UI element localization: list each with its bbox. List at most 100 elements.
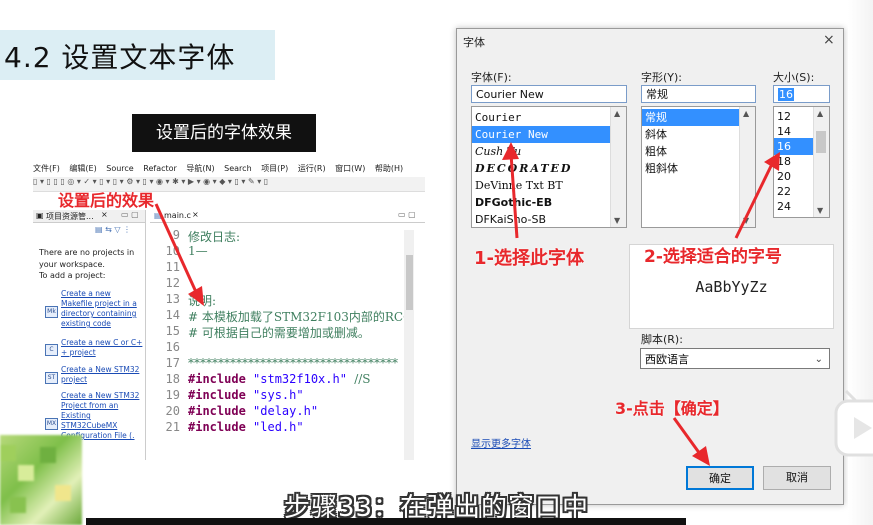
link-c-project[interactable]: Create a new C or C+ + project	[61, 338, 145, 358]
c-project-icon: C	[45, 344, 58, 356]
font-label: 字体(F):	[471, 71, 512, 84]
font-list-scrollbar[interactable]: ▲ ▼	[610, 107, 626, 227]
annotation-arrow-effect	[154, 203, 204, 306]
project-explorer: ▣ 项目资源管... ⨯ ▭ ▢ ▤ ⇆ ▽ ⋮ There are no pr…	[33, 210, 146, 460]
stm32-project-icon: ST	[45, 372, 58, 384]
no-projects-line-3: To add a project:	[39, 271, 106, 280]
link-makefile-project[interactable]: Create a new Makefile project in a direc…	[61, 289, 145, 329]
line-number: 18	[165, 372, 180, 386]
link-text: Create a new C or C+	[61, 338, 143, 347]
style-option[interactable]: 斜体	[642, 126, 741, 143]
cubemx-project-icon: MX	[45, 418, 58, 430]
show-more-fonts-link[interactable]: 显示更多字体	[471, 435, 531, 450]
annotation-arrow-step2	[734, 152, 780, 239]
font-option[interactable]: DFGothic-EB	[472, 194, 612, 211]
no-projects-line-1: There are no projects in	[39, 248, 135, 257]
line-number: 14	[165, 308, 180, 322]
scroll-up-icon[interactable]: ▲	[743, 109, 749, 118]
menu-edit[interactable]: 编辑(E)	[69, 164, 96, 173]
ide-menu-bar: 文件(F) 编辑(E) Source Refactor 导航(N) Search…	[33, 163, 425, 175]
close-icon[interactable]: ⨯	[101, 210, 108, 219]
menu-run[interactable]: 运行(R)	[298, 164, 326, 173]
script-select[interactable]: 西欧语言 ⌄	[640, 348, 830, 369]
menu-help[interactable]: 帮助(H)	[375, 164, 403, 173]
style-label: 字形(Y):	[641, 71, 683, 84]
font-option[interactable]: Courier	[472, 109, 612, 126]
link-text: Project from an	[61, 401, 119, 410]
script-select-value: 西欧语言	[645, 353, 689, 366]
menu-navigate[interactable]: 导航(N)	[186, 164, 214, 173]
code-line: # 本模板加载了STM32F103内部的RCC	[188, 310, 413, 324]
font-option[interactable]: DeVinne Txt BT	[472, 177, 612, 194]
font-list[interactable]: Courier Courier New Cush Tu DECORATED De…	[471, 106, 627, 228]
annotation-step1: 1-选择此字体	[474, 248, 584, 269]
annotation-step2: 2-选择适合的字号	[644, 247, 782, 267]
caption-box: 设置后的字体效果	[132, 114, 316, 152]
annotation-effect: 设置后的效果	[58, 191, 155, 210]
font-name-input[interactable]: Courier New	[471, 85, 627, 103]
editor-scrollbar-thumb[interactable]	[406, 255, 413, 310]
font-option-selected[interactable]: Courier New	[472, 126, 612, 143]
link-stm32-project[interactable]: Create a New STM32 project	[61, 365, 145, 385]
code-line: ***********************************	[188, 356, 398, 370]
project-explorer-tab-label: 项目资源管...	[46, 212, 94, 221]
font-option[interactable]: DECORATED	[472, 160, 612, 177]
menu-window[interactable]: 窗口(W)	[335, 164, 365, 173]
menu-refactor[interactable]: Refactor	[143, 164, 177, 173]
link-text: Create a New STM32	[61, 391, 140, 400]
code-line: #include "sys.h"	[188, 388, 304, 402]
code-line: # 可根据自己的需要增加或删减。	[188, 326, 370, 340]
font-size-input-value: 16	[778, 88, 794, 101]
section-heading-text: 4.2 设置文本字体	[4, 41, 236, 74]
dialog-title: 字体	[463, 36, 485, 49]
code-line: #include "delay.h"	[188, 404, 318, 418]
style-option[interactable]: 粗体	[642, 143, 741, 160]
menu-source[interactable]: Source	[106, 164, 133, 173]
scroll-down-icon[interactable]: ▼	[614, 216, 620, 225]
font-option[interactable]: Cush Tu	[472, 143, 612, 160]
link-text: STM32CubeMX	[61, 421, 118, 430]
blur-pixel	[0, 445, 16, 461]
code-keyword: #include	[188, 404, 246, 418]
link-text: Create a new	[61, 289, 111, 298]
link-cubemx-project[interactable]: Create a New STM32 Project from an Exist…	[61, 391, 145, 441]
font-option[interactable]: DFKaiSho-SB	[472, 211, 612, 227]
scroll-up-icon[interactable]: ▲	[817, 109, 823, 118]
link-text: Existing	[61, 411, 91, 420]
font-size-input[interactable]: 16	[773, 85, 830, 103]
minimize-maximize-icons[interactable]: ▭ ▢	[121, 210, 139, 219]
line-number: 19	[165, 388, 180, 402]
menu-project[interactable]: 项目(P)	[261, 164, 288, 173]
size-list-scrollbar[interactable]: ▲ ▼	[813, 107, 829, 217]
link-text: + project	[61, 348, 96, 357]
code-keyword: #include	[188, 388, 246, 402]
menu-file[interactable]: 文件(F)	[33, 164, 60, 173]
line-number: 21	[165, 420, 180, 434]
minimize-maximize-icons[interactable]: ▭ ▢	[398, 210, 416, 219]
no-projects-line-2: your workspace.	[39, 260, 105, 269]
code-string: "delay.h"	[253, 404, 319, 418]
link-text: existing code	[61, 319, 111, 328]
line-number: 16	[165, 340, 180, 354]
code-string: "stm32f10x.h"	[253, 372, 347, 386]
code-line: #include "led.h"	[188, 420, 304, 434]
size-list-scroll-thumb[interactable]	[816, 131, 826, 153]
code-comment: //S	[354, 372, 371, 386]
subtitle-bar	[86, 518, 686, 525]
font-style-input[interactable]: 常规	[641, 85, 756, 103]
code-keyword: #include	[188, 420, 246, 434]
link-text: Makefile project in a	[61, 299, 137, 308]
close-icon[interactable]: ×	[823, 32, 835, 48]
style-option-selected[interactable]: 常规	[642, 109, 741, 126]
scroll-up-icon[interactable]: ▲	[614, 109, 620, 118]
scroll-down-icon[interactable]: ▼	[817, 206, 823, 215]
blur-pixel	[40, 447, 56, 463]
link-text: directory containing	[61, 309, 137, 318]
menu-search[interactable]: Search	[224, 164, 251, 173]
code-line: #include "stm32f10x.h" //S	[188, 372, 371, 386]
style-option[interactable]: 粗斜体	[642, 160, 741, 177]
line-number: 20	[165, 404, 180, 418]
project-toolbar-icons[interactable]: ▤ ⇆ ▽ ⋮	[95, 225, 131, 234]
line-number: 17	[165, 356, 180, 370]
project-explorer-tab[interactable]: ▣ 项目资源管... ⨯ ▭ ▢	[33, 210, 145, 223]
